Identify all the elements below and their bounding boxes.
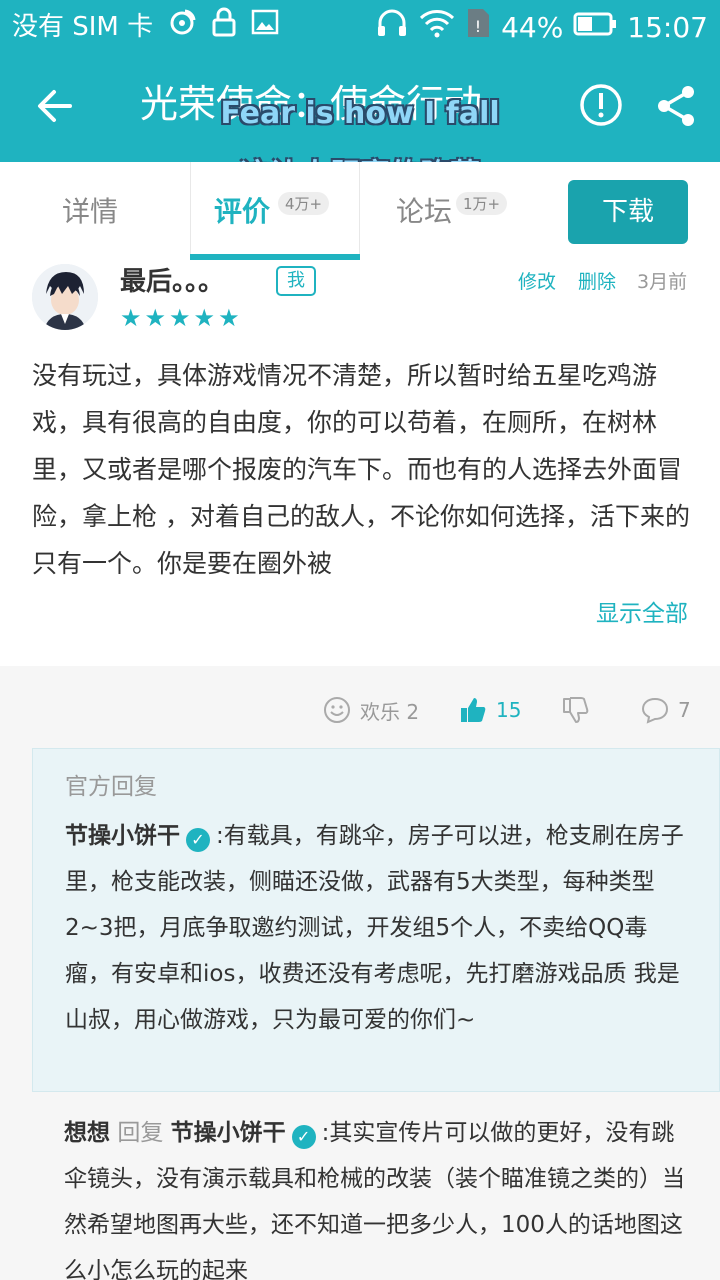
tab-details[interactable]: 详情 — [62, 192, 118, 232]
tab-bar: 详情 评价 4万+ 论坛 1万+ 下载 — [0, 162, 720, 260]
rating-stars: ★★★★★ — [120, 304, 243, 332]
review-time: 3月前 — [637, 271, 688, 293]
user-reply[interactable]: 想想 回复 节操小饼干 ✓:其实宣传片可以做的更好，没有跳伞镜头，没有演示载具和枪… — [64, 1110, 694, 1280]
official-author[interactable]: 节操小饼干 — [65, 823, 180, 849]
show-all-link[interactable]: 显示全部 — [596, 598, 688, 630]
status-bar: 没有 SIM 卡 ! 44% 15:07 — [0, 0, 720, 50]
image-icon — [251, 8, 279, 46]
me-badge: 我 — [276, 266, 316, 296]
fun-label: 欢乐 2 — [360, 699, 420, 724]
status-right: ! 44% 15:07 — [365, 7, 708, 48]
fun-button[interactable]: 欢乐 2 — [322, 690, 419, 730]
reviews-count-badge: 4万+ — [278, 192, 330, 215]
download-button[interactable]: 下载 — [568, 180, 688, 244]
active-tab-indicator — [190, 254, 360, 260]
reply-word: 回复 — [117, 1120, 164, 1146]
like-button[interactable]: 15 — [458, 690, 521, 730]
thumbs-up-icon — [461, 698, 486, 722]
lock-icon — [211, 7, 237, 47]
battery-icon — [573, 10, 617, 46]
wifi-icon — [419, 8, 455, 47]
subtitle-line-1: Fear is how I fall — [220, 96, 500, 131]
thumbs-down-icon — [563, 697, 589, 723]
dislike-button[interactable] — [560, 690, 590, 730]
avatar[interactable] — [32, 264, 98, 330]
verified-check-icon: ✓ — [291, 1125, 316, 1149]
sim-alert-icon: ! — [465, 7, 491, 48]
status-left: 没有 SIM 卡 — [12, 7, 279, 47]
official-reply-text: 节操小饼干 ✓:有载具，有跳伞，房子可以进，枪支刷在房子里，枪支能改装，侧瞄还没做… — [65, 813, 693, 1043]
review-body: 没有玩过，具体游戏情况不清楚，所以暂时给五星吃鸡游戏，具有很高的自由度，你的可以… — [32, 361, 690, 578]
headset-icon — [375, 8, 409, 47]
forum-count-badge: 1万+ — [456, 192, 508, 215]
weibo-icon — [167, 7, 197, 47]
comment-button[interactable]: 7 — [640, 690, 691, 730]
anime-avatar-icon — [32, 264, 98, 330]
like-count: 15 — [496, 698, 522, 722]
comment-bubble-icon — [641, 697, 669, 724]
tab-forum[interactable]: 论坛 — [396, 192, 452, 232]
official-reply-label: 官方回复 — [65, 774, 157, 800]
reply-target[interactable]: 节操小饼干 — [171, 1120, 286, 1146]
comment-count: 7 — [678, 698, 691, 722]
clock-time: 15:07 — [627, 10, 708, 44]
smiley-icon — [324, 697, 350, 723]
carrier-text: 没有 SIM 卡 — [12, 12, 154, 42]
reply-author[interactable]: 想想 — [64, 1120, 110, 1146]
verified-check-icon: ✓ — [186, 828, 210, 852]
tab-reviews[interactable]: 评价 — [214, 192, 270, 232]
review-actions: 欢乐 2 15 7 — [0, 690, 720, 730]
delete-link[interactable]: 删除 — [578, 268, 616, 296]
battery-percent: 44% — [501, 10, 564, 44]
review-username[interactable]: 最后。。。 — [120, 264, 224, 300]
official-reply-box: 官方回复 节操小饼干 ✓:有载具，有跳伞，房子可以进，枪支刷在房子里，枪支能改装，… — [32, 748, 720, 1092]
svg-text:!: ! — [475, 17, 481, 36]
edit-link[interactable]: 修改 — [518, 268, 556, 296]
official-reply-content: :有载具，有跳伞，房子可以进，枪支刷在房子里，枪支能改装，侧瞄还没做，武器有5大… — [65, 823, 684, 1033]
